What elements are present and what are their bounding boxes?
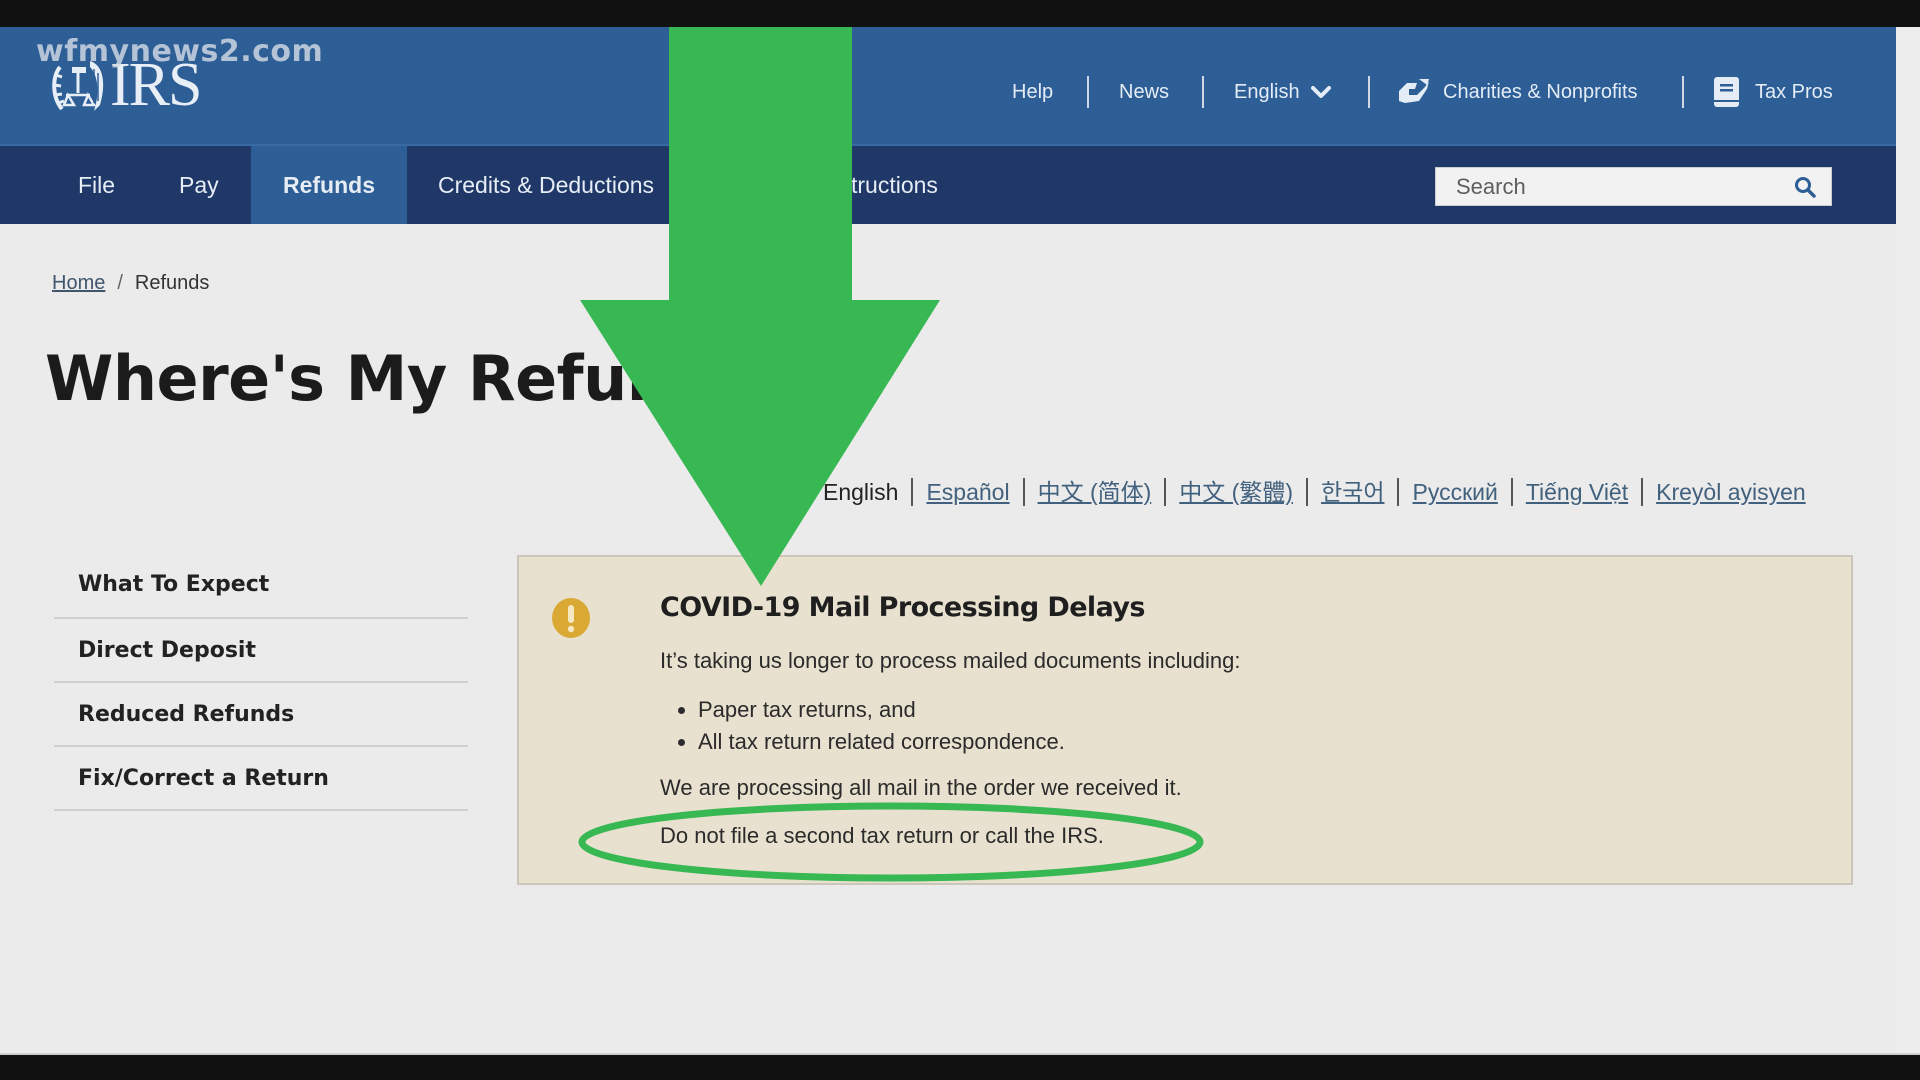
- alert-bullet: All tax return related correspondence.: [698, 726, 1065, 758]
- utility-divider: [1202, 76, 1204, 108]
- alert-intro: It’s taking us longer to process mailed …: [660, 648, 1241, 673]
- page-edge: [1896, 27, 1920, 1053]
- search-icon[interactable]: [1793, 175, 1817, 199]
- charities-nonprofits-link[interactable]: Charities & Nonprofits: [1397, 76, 1638, 108]
- refunds-side-nav: What To Expect Direct Deposit Reduced Re…: [54, 552, 468, 811]
- nav-pay[interactable]: Pay: [179, 146, 219, 224]
- language-korean[interactable]: 한국어: [1306, 478, 1397, 506]
- alert-processing-note: We are processing all mail in the order …: [660, 775, 1182, 800]
- utility-divider: [1368, 76, 1370, 108]
- alert-bullet-list: Paper tax returns, and All tax return re…: [660, 694, 1065, 758]
- book-icon: [1714, 77, 1739, 107]
- help-link-label[interactable]: Help: [1012, 81, 1053, 104]
- language-vietnamese[interactable]: Tiếng Việt: [1510, 478, 1641, 506]
- tax-pros-label[interactable]: Tax Pros: [1755, 81, 1833, 104]
- breadcrumb-separator: /: [117, 272, 123, 294]
- help-link[interactable]: Help: [1012, 76, 1053, 108]
- language-selector: English Español 中文 (简体) 中文 (繁體) 한국어 Русс…: [823, 478, 1819, 506]
- alert-do-not-file-note: Do not file a second tax return or call …: [660, 823, 1104, 848]
- nav-credits-deductions[interactable]: Credits & Deductions: [438, 146, 654, 224]
- alert-bullet: Paper tax returns, and: [698, 694, 1065, 726]
- video-letterbox-bottom: [0, 1053, 1920, 1080]
- nav-file-label: File: [78, 171, 116, 198]
- sidenav-item-direct-deposit[interactable]: Direct Deposit: [54, 619, 468, 683]
- chevron-down-icon: [1310, 86, 1331, 98]
- nav-file[interactable]: File: [78, 146, 115, 224]
- nav-refunds[interactable]: Refunds: [251, 146, 407, 224]
- breadcrumb: Home / Refunds: [52, 272, 209, 295]
- nav-pay-label: Pay: [179, 171, 219, 198]
- tax-pros-link[interactable]: Tax Pros: [1713, 76, 1833, 108]
- site-search: [1435, 167, 1832, 206]
- station-watermark: wfmynews2.com: [36, 34, 324, 69]
- nav-forms-instructions-label: tructions: [851, 171, 938, 198]
- language-english: English: [823, 479, 899, 505]
- nav-forms-instructions[interactable]: tructions: [851, 146, 938, 224]
- nav-refunds-label: Refunds: [283, 171, 375, 198]
- language-dropdown[interactable]: English: [1234, 76, 1332, 108]
- search-input[interactable]: [1436, 172, 1788, 201]
- sidenav-item-reduced-refunds[interactable]: Reduced Refunds: [54, 683, 468, 747]
- language-spanish[interactable]: Español: [911, 478, 1022, 506]
- page-title: Where's My Refund?: [45, 342, 750, 415]
- utility-divider: [1087, 76, 1089, 108]
- language-dropdown-label[interactable]: English: [1234, 81, 1300, 104]
- charities-nonprofits-label[interactable]: Charities & Nonprofits: [1443, 81, 1638, 104]
- video-letterbox-top: [0, 0, 1920, 27]
- exclamation-icon: [552, 598, 590, 638]
- sidenav-item-what-to-expect[interactable]: What To Expect: [54, 552, 468, 619]
- language-chinese-traditional[interactable]: 中文 (繁體): [1164, 478, 1306, 506]
- news-link[interactable]: News: [1119, 76, 1169, 108]
- language-russian[interactable]: Русский: [1397, 478, 1510, 506]
- breadcrumb-current: Refunds: [134, 272, 210, 294]
- language-chinese-simplified[interactable]: 中文 (简体): [1022, 478, 1165, 506]
- alert-title: COVID-19 Mail Processing Delays: [660, 592, 1145, 623]
- language-haitian-creole[interactable]: Kreyòl ayisyen: [1641, 478, 1819, 506]
- nav-credits-deductions-label: Credits & Deductions: [438, 171, 655, 198]
- news-link-label[interactable]: News: [1119, 81, 1169, 104]
- breadcrumb-home-link[interactable]: Home: [52, 272, 105, 295]
- sidenav-item-fix-correct-return[interactable]: Fix/Correct a Return: [54, 747, 468, 811]
- covid-alert-box: COVID-19 Mail Processing Delays It’s tak…: [517, 555, 1853, 885]
- utility-divider: [1682, 76, 1684, 108]
- handshake-icon: [1399, 79, 1429, 103]
